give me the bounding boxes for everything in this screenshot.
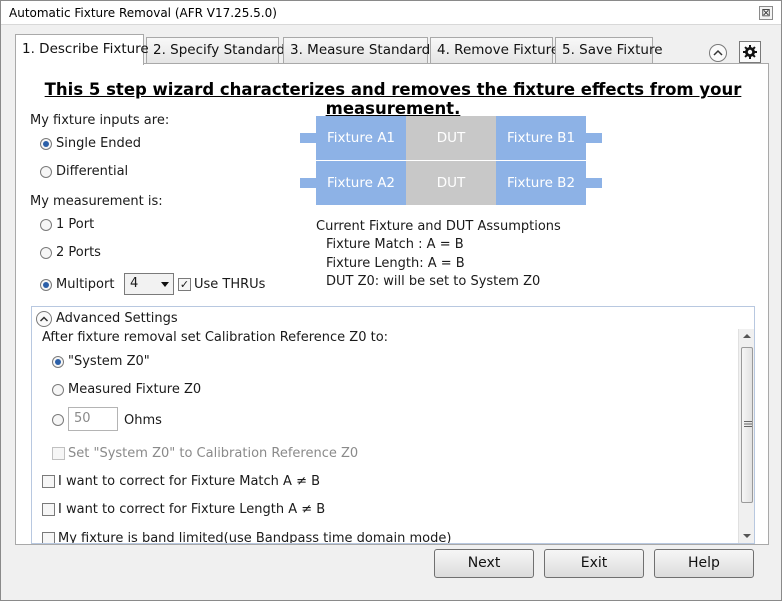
band-limited-checkbox[interactable] (42, 532, 55, 543)
measurement-label: My measurement is: (30, 194, 163, 209)
scroll-up-arrow-icon[interactable] (742, 332, 752, 340)
port-stub (586, 133, 602, 143)
fixture-a1-block: Fixture A1 (316, 116, 406, 160)
dut-block-top: DUT (406, 116, 496, 160)
fixture-length-checkbox[interactable] (42, 503, 55, 516)
advanced-scrollbar[interactable] (738, 329, 754, 543)
fixture-b2-block: Fixture B2 (496, 161, 586, 205)
settings-button[interactable] (739, 41, 761, 63)
scroll-thumb[interactable] (741, 347, 753, 503)
differential-label[interactable]: Differential (56, 164, 128, 179)
exit-button[interactable]: Exit (544, 549, 644, 578)
close-button[interactable]: ⊠ (759, 6, 773, 20)
fixture-match-checkbox[interactable] (42, 475, 55, 488)
two-ports-label[interactable]: 2 Ports (56, 245, 101, 260)
fixture-diagram: Fixture A1 DUT Fixture B1 Fixture A2 DUT… (300, 116, 606, 208)
chevron-up-icon (713, 49, 723, 56)
use-thrus-label[interactable]: Use THRUs (194, 277, 265, 292)
grip-icon (744, 421, 752, 427)
ohms-input[interactable]: 50 (68, 407, 118, 431)
tab-remove-fixture[interactable]: 4. Remove Fixture (430, 37, 559, 64)
port-count-value: 4 (130, 276, 139, 291)
dut-block-bottom: DUT (406, 161, 496, 205)
chevron-up-icon (39, 316, 49, 322)
tab-describe-fixture[interactable]: 1. Describe Fixture (15, 34, 149, 65)
scroll-down-arrow-icon[interactable] (742, 532, 752, 540)
differential-radio[interactable] (40, 166, 52, 178)
single-ended-label[interactable]: Single Ended (56, 136, 141, 151)
fixture-match-label[interactable]: I want to correct for Fixture Match A ≠ … (58, 474, 320, 489)
fixture-inputs-label: My fixture inputs are: (30, 113, 170, 128)
describe-fixture-panel: This 5 step wizard characterizes and rem… (15, 63, 769, 545)
system-z0-label[interactable]: "System Z0" (68, 354, 150, 369)
next-button[interactable]: Next (434, 549, 534, 578)
one-port-radio[interactable] (40, 219, 52, 231)
tab-measure-standards[interactable]: 3. Measure Standards (283, 37, 437, 64)
measured-fixture-z0-radio[interactable] (52, 384, 64, 396)
fixture-a2-block: Fixture A2 (316, 161, 406, 205)
advanced-settings-title[interactable]: Advanced Settings (56, 311, 178, 326)
tab-save-fixture[interactable]: 5. Save Fixture (555, 37, 663, 64)
port-stub (300, 133, 316, 143)
set-system-z0-checkbox[interactable] (52, 447, 65, 460)
measured-fixture-z0-label[interactable]: Measured Fixture Z0 (68, 382, 201, 397)
afr-window: Automatic Fixture Removal (AFR V17.25.5.… (0, 0, 782, 601)
multiport-label[interactable]: Multiport (56, 277, 114, 292)
two-ports-radio[interactable] (40, 247, 52, 259)
advanced-settings-toggle[interactable] (36, 311, 52, 327)
assumption-match: Fixture Match : A = B (326, 237, 464, 252)
multiport-radio[interactable] (40, 279, 52, 291)
band-limited-label[interactable]: My fixture is band limited(use Bandpass … (58, 531, 451, 543)
help-button[interactable]: Help (654, 549, 754, 578)
tab-specify-standards[interactable]: 2. Specify Standards (146, 37, 292, 64)
set-system-z0-label[interactable]: Set "System Z0" to Calibration Reference… (68, 446, 358, 461)
gear-icon (743, 45, 757, 59)
one-port-label[interactable]: 1 Port (56, 217, 94, 232)
assumptions-title: Current Fixture and DUT Assumptions (316, 219, 561, 234)
single-ended-radio[interactable] (40, 138, 52, 150)
fixture-b1-block: Fixture B1 (496, 116, 586, 160)
window-title: Automatic Fixture Removal (AFR V17.25.5.… (9, 6, 277, 20)
assumption-length: Fixture Length: A = B (326, 256, 465, 271)
reference-z0-label: After fixture removal set Calibration Re… (42, 330, 389, 345)
assumption-dut-z0: DUT Z0: will be set to System Z0 (326, 274, 541, 289)
port-count-select[interactable]: 4 (124, 273, 174, 295)
ohms-unit-label: Ohms (124, 413, 162, 428)
port-stub (586, 178, 602, 188)
advanced-settings-group: Advanced Settings After fixture removal … (31, 306, 755, 544)
port-stub (300, 178, 316, 188)
use-thrus-checkbox[interactable]: ✓ (178, 278, 191, 291)
system-z0-radio[interactable] (52, 356, 64, 368)
collapse-up-button[interactable] (709, 44, 727, 62)
dropdown-arrow-icon (161, 282, 169, 287)
title-bar: Automatic Fixture Removal (AFR V17.25.5.… (1, 1, 781, 25)
custom-ohms-radio[interactable] (52, 414, 64, 426)
fixture-length-label[interactable]: I want to correct for Fixture Length A ≠… (58, 502, 325, 517)
